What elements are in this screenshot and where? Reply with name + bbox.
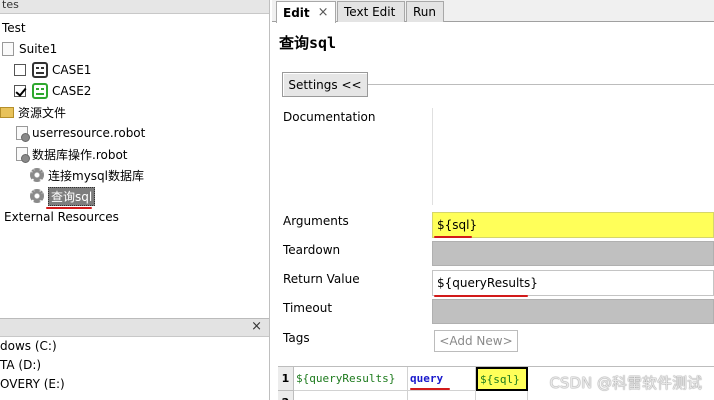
tree-item-label: Suite1 [19,42,58,56]
watermark: CSDN @科雷软件测试 [549,374,702,392]
settings-divider [368,84,714,85]
grid-cell[interactable]: ${sql} [476,367,528,391]
resource-file-icon [16,147,30,163]
settings-toggle-button[interactable]: Settings << [282,72,368,97]
tab-edit[interactable]: Edit × [276,1,336,23]
tab-label: Edit [283,5,310,20]
tree-item-db-robot[interactable]: 数据库操作.robot [16,144,128,164]
close-icon[interactable]: × [251,319,262,334]
grid-cell[interactable] [476,391,528,400]
tree-panel-header: tes [0,0,269,14]
arguments-label: Arguments [283,214,349,228]
suite-file-icon [2,42,14,56]
close-icon[interactable]: × [318,5,329,20]
keyword-gear-icon [30,189,44,203]
tree-item-case1[interactable]: CASE1 [14,60,91,80]
drive-item-d[interactable]: TA (D:) [0,356,269,375]
tree-item-userresource[interactable]: userresource.robot [16,123,145,143]
tab-label: Text Edit [344,5,396,19]
timeout-field[interactable] [432,299,714,324]
tree-item-label: Test [2,21,26,35]
tree-item-label: 查询sql [48,186,96,206]
annotation-underline [434,236,472,238]
tree-panel-header-label: tes [2,0,19,11]
tab-run[interactable]: Run [406,1,444,22]
case1-checkbox[interactable] [14,64,26,76]
resource-file-icon [16,126,30,142]
timeout-label: Timeout [283,301,333,315]
tree-item-label: CASE1 [52,63,92,77]
arguments-value: ${sql} [437,218,478,232]
documentation-label: Documentation [283,110,376,124]
file-explorer-header: × [0,319,269,337]
tree-item-resources[interactable]: 资源文件 [0,102,66,122]
robot-test-passed-icon [32,83,48,99]
tree-item-label: 数据库操作.robot [32,147,128,162]
grid-row-number[interactable]: 1 [278,367,294,391]
editor-pane: Edit × Text Edit Run 查询sql Settings << D… [272,0,714,400]
drive-item-e[interactable]: OVERY (E:) [0,375,269,394]
tree-item-label: 连接mysql数据库 [48,168,144,183]
grid-row-number[interactable]: 2 [278,391,294,400]
tab-label: Run [413,5,437,19]
file-explorer-panel: × dows (C:) TA (D:) OVERY (E:) [0,318,269,400]
teardown-label: Teardown [283,243,341,257]
tree-item-query-sql[interactable]: 查询sql [30,186,96,206]
grid-cell[interactable]: ${queryResults} [294,367,408,391]
editor-tab-bar: Edit × Text Edit Run [272,0,714,23]
tree-item-case2[interactable]: CASE2 [14,81,91,101]
tree-item-label: CASE2 [52,84,92,98]
tree-item-label: External Resources [4,210,119,224]
robot-test-icon [32,62,48,78]
test-tree-panel: tes Test Suite1 CASE1 CASE2 资源文件 userres… [0,0,270,400]
drive-item-c[interactable]: dows (C:) [0,337,269,356]
keyword-title: 查询sql [279,34,337,52]
case2-checkbox[interactable] [14,85,26,97]
arguments-field[interactable]: ${sql} [432,212,714,238]
annotation-underline [434,295,528,297]
test-tree: Test Suite1 CASE1 CASE2 资源文件 userresourc… [0,14,269,314]
return-value-value: ${queryResults} [437,276,538,290]
tree-item-external-resources[interactable]: External Resources [4,207,119,227]
folder-icon [0,106,14,118]
tree-item-suite1[interactable]: Suite1 [2,39,57,59]
tree-item-label: userresource.robot [32,126,146,140]
add-tag-button[interactable]: <Add New> [434,330,518,352]
grid-cell[interactable] [408,391,476,400]
teardown-field[interactable] [432,241,714,266]
tree-item-label: 资源文件 [18,105,67,120]
annotation-underline [410,388,450,390]
documentation-field[interactable] [432,108,714,205]
grid-cell[interactable] [294,391,408,400]
tree-item-test[interactable]: Test [2,18,26,38]
keyword-gear-icon [30,168,44,182]
return-value-field[interactable]: ${queryResults} [432,270,714,296]
tab-text-edit[interactable]: Text Edit [337,1,405,22]
tags-label: Tags [283,331,310,345]
return-value-label: Return Value [283,272,360,286]
tree-item-connect-mysql[interactable]: 连接mysql数据库 [30,165,144,185]
